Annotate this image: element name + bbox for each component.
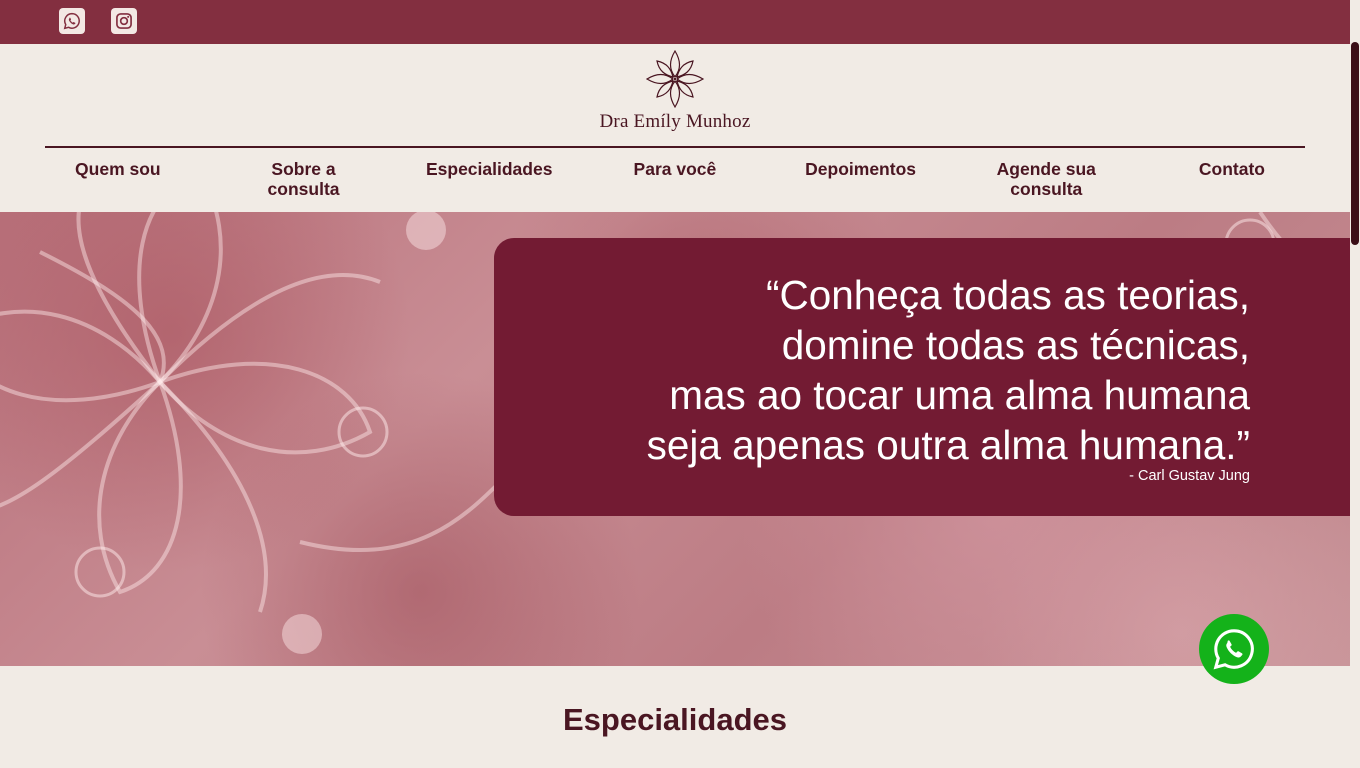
quote-line: “Conheça todas as teorias, <box>765 272 1250 318</box>
whatsapp-icon[interactable] <box>59 8 85 34</box>
nav-item-especialidades[interactable]: Especialidades <box>396 159 582 203</box>
quote-card: “Conheça todas as teorias, domine todas … <box>494 238 1350 516</box>
page-scrollbar[interactable] <box>1350 0 1360 768</box>
nav-item-para-voce[interactable]: Para você <box>582 159 768 203</box>
quote-line: domine todas as técnicas, <box>781 322 1250 368</box>
quote-line: mas ao tocar uma alma humana <box>669 372 1250 418</box>
nav-item-quem-sou[interactable]: Quem sou <box>25 159 211 203</box>
nav-item-label: Agende sua consulta <box>996 159 1096 199</box>
nav-item-depoimentos[interactable]: Depoimentos <box>768 159 954 203</box>
whatsapp-float-button[interactable] <box>1199 614 1269 684</box>
whatsapp-icon <box>1213 629 1254 670</box>
mandala-flower-icon[interactable] <box>645 49 705 109</box>
section-title-especialidades: Especialidades <box>562 702 787 737</box>
hero-banner: “Conheça todas as teorias, domine todas … <box>0 212 1350 666</box>
nav-divider <box>45 146 1305 148</box>
nav-item-sobre-a-consulta[interactable]: Sobre a consulta <box>211 159 397 203</box>
nav-item-label: Sobre a consulta <box>267 159 340 199</box>
quote-line: seja apenas outra alma humana.” <box>646 422 1250 468</box>
whatsapp-glyph <box>63 12 80 30</box>
instagram-glyph <box>116 13 132 29</box>
instagram-icon[interactable] <box>111 8 137 34</box>
top-bar <box>0 0 1350 44</box>
quote-author: - Carl Gustav Jung <box>1129 468 1250 484</box>
main-nav: Quem sou Sobre a consulta Especialidades… <box>25 159 1325 203</box>
nav-item-contato[interactable]: Contato <box>1139 159 1325 203</box>
site-header: Dra Emíly Munhoz Quem sou Sobre a consul… <box>0 44 1350 212</box>
quote-text: “Conheça todas as teorias, domine todas … <box>647 270 1250 470</box>
logo-text[interactable]: Dra Emíly Munhoz <box>575 111 775 133</box>
scrollbar-thumb[interactable] <box>1351 42 1359 245</box>
nav-item-agende-sua-consulta[interactable]: Agende sua consulta <box>953 159 1139 203</box>
